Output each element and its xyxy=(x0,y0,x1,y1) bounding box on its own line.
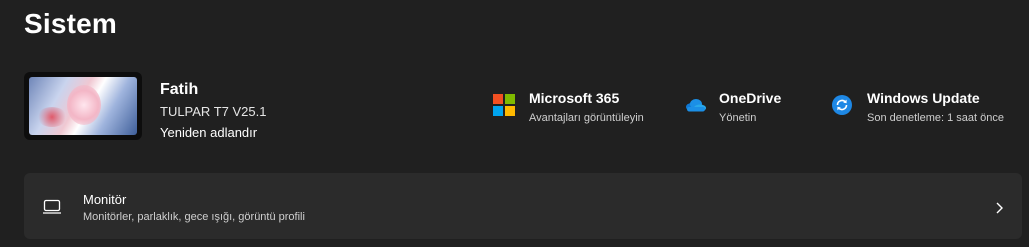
chevron-right-icon xyxy=(994,201,1004,215)
page-title: Sistem xyxy=(24,8,118,39)
microsoft-365-title: Microsoft 365 xyxy=(529,90,620,106)
device-wallpaper-thumbnail xyxy=(24,72,142,140)
onedrive-subtitle: Yönetin xyxy=(719,112,757,124)
settings-item-title: Monitör xyxy=(83,192,127,207)
settings-item-subtitle: Monitörler, parlaklık, gece ışığı, görün… xyxy=(83,211,305,223)
onedrive-link[interactable]: OneDrive Yönetin xyxy=(683,90,781,125)
onedrive-cloud-icon xyxy=(683,94,706,116)
device-model: TULPAR T7 V25.1 xyxy=(160,104,267,119)
windows-update-link[interactable]: Windows Update Son denetleme: 1 saat önc… xyxy=(831,90,1004,125)
windows-update-subtitle: Son denetleme: 1 saat önce xyxy=(867,112,1004,124)
rename-device-link[interactable]: Yeniden adlandır xyxy=(160,125,257,140)
microsoft-365-link[interactable]: Microsoft 365 Avantajları görüntüleyin xyxy=(493,90,644,125)
windows-update-title: Windows Update xyxy=(867,90,980,106)
windows-update-icon xyxy=(831,94,853,116)
monitor-icon xyxy=(42,199,62,215)
microsoft-logo-icon xyxy=(493,94,515,116)
microsoft-365-subtitle: Avantajları görüntüleyin xyxy=(529,112,644,124)
settings-item-monitor[interactable]: Monitör Monitörler, parlaklık, gece ışığ… xyxy=(24,173,1022,239)
onedrive-title: OneDrive xyxy=(719,90,782,106)
device-name: Fatih xyxy=(160,81,199,98)
